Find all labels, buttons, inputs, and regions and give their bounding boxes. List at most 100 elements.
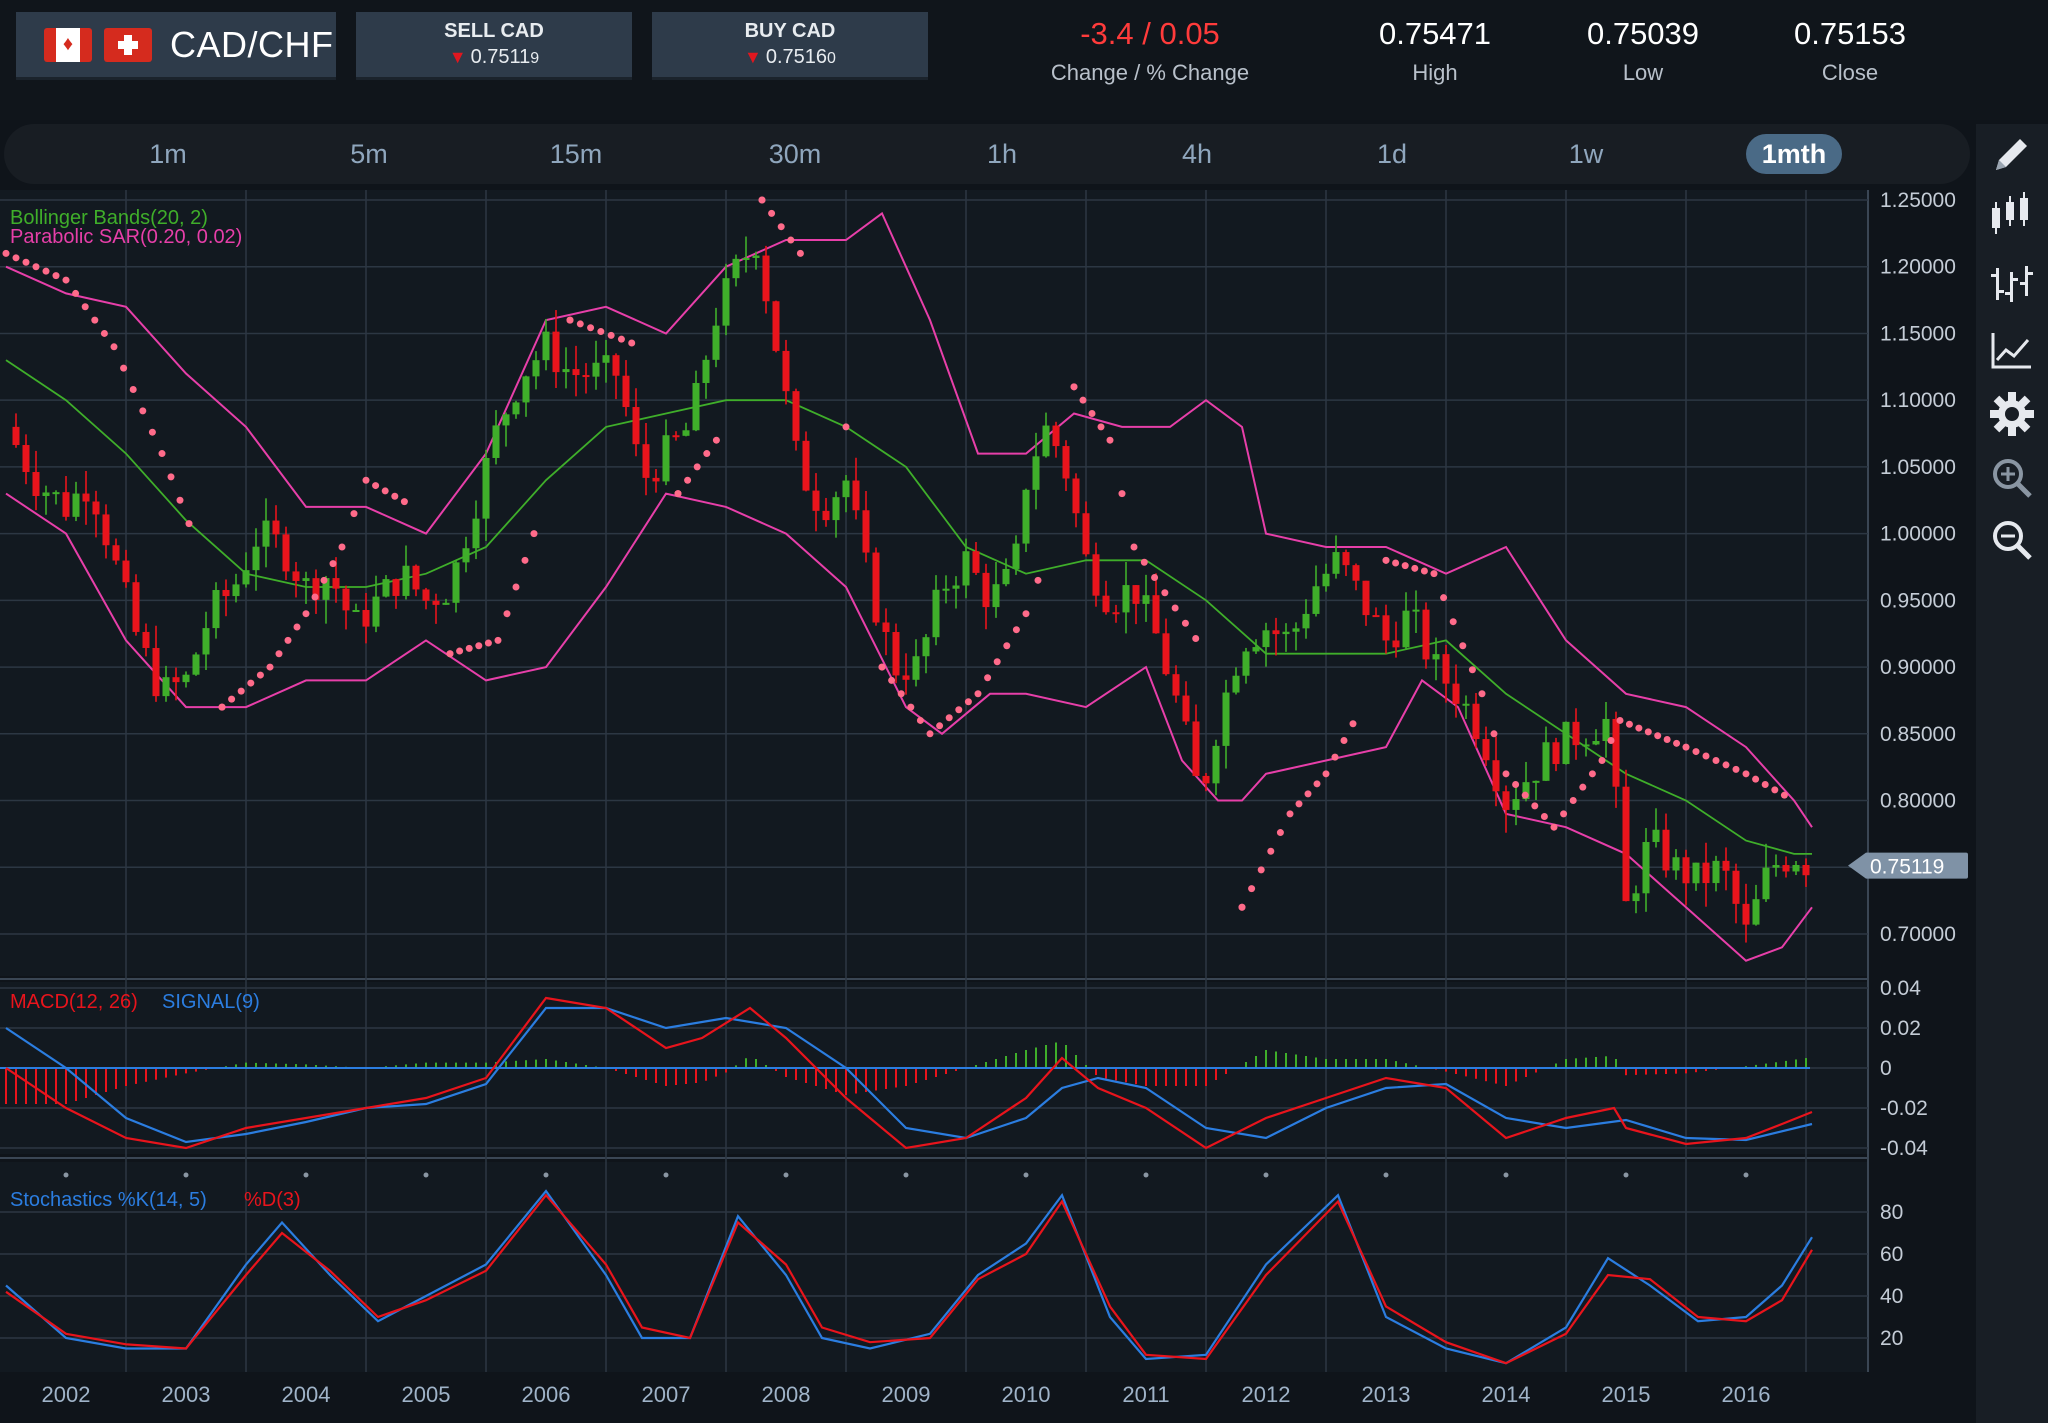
bullish-candle <box>992 584 1000 608</box>
sar-dot <box>1070 383 1078 391</box>
instrument-selector[interactable]: CAD/CHF <box>16 12 336 80</box>
sar-dot <box>1732 765 1740 773</box>
bullish-candle <box>1032 456 1040 490</box>
bearish-candle <box>582 375 590 378</box>
bullish-candle <box>512 402 520 415</box>
tab-15m[interactable]: 15m <box>528 134 624 174</box>
sar-dot <box>167 473 175 481</box>
gear-icon[interactable] <box>1986 388 2038 440</box>
candlestick-icon[interactable] <box>1986 190 2038 242</box>
sar-dot <box>22 258 30 266</box>
buy-button[interactable]: BUY CAD ▼ 0.75160 <box>652 12 928 80</box>
sar-dot <box>1579 783 1587 791</box>
sell-pip: 9 <box>530 50 540 67</box>
tab-1h[interactable]: 1h <box>954 134 1050 174</box>
sar-dot <box>475 642 483 650</box>
sar-dot <box>693 463 701 471</box>
year-label: 2006 <box>522 1382 571 1407</box>
sar-dot <box>1673 739 1681 747</box>
sell-button[interactable]: SELL CAD ▼ 0.75119 <box>356 12 632 80</box>
sar-dot <box>993 658 1001 666</box>
ohlc-bars-icon[interactable] <box>1986 258 2038 310</box>
bullish-candle <box>1282 631 1290 635</box>
bullish-candle <box>1792 864 1800 872</box>
price-axis-label: 1.05000 <box>1880 456 1956 479</box>
stochastics-axis-label: 40 <box>1880 1285 1903 1308</box>
pencil-icon[interactable] <box>1986 128 2038 180</box>
bearish-candle <box>782 350 790 392</box>
sar-dot <box>228 695 236 703</box>
bearish-candle <box>1802 864 1810 876</box>
bearish-candle <box>1202 775 1210 784</box>
tab-4h[interactable]: 4h <box>1149 134 1245 174</box>
macd-axis-label: -0.02 <box>1880 1097 1928 1120</box>
sar-dot <box>256 671 264 679</box>
high-value: 0.75471 <box>1378 16 1492 51</box>
sar-dot <box>320 576 328 584</box>
sar-dot <box>1331 753 1339 761</box>
current-price-tag: 0.75119 <box>1848 852 1968 879</box>
tab-1d[interactable]: 1d <box>1344 134 1440 174</box>
bullish-candle <box>692 383 700 431</box>
bearish-candle <box>1622 786 1630 902</box>
sar-dot <box>1313 780 1321 788</box>
zoom-out-icon[interactable] <box>1986 514 2038 566</box>
bearish-candle <box>1092 554 1100 596</box>
sar-dot <box>120 364 128 372</box>
price-axis-label: 1.10000 <box>1880 389 1956 412</box>
sar-dot <box>1097 423 1105 431</box>
sar-dot <box>777 223 785 231</box>
bearish-candle <box>282 534 290 572</box>
bearish-candle <box>822 510 830 521</box>
bearish-candle <box>1452 683 1460 704</box>
sar-dot <box>81 303 89 311</box>
sar-dot <box>984 674 992 682</box>
sar-dot <box>1780 791 1788 799</box>
sar-dot <box>768 209 776 217</box>
separator-dot <box>63 1172 69 1178</box>
bullish-candle <box>832 497 840 521</box>
bearish-candle <box>1682 857 1690 884</box>
year-label: 2012 <box>1242 1382 1291 1407</box>
stochastics-axis-label: 60 <box>1880 1243 1903 1266</box>
bullish-candle <box>1642 842 1650 894</box>
sar-dot <box>1106 436 1114 444</box>
tab-1mth[interactable]: 1mth <box>1746 134 1842 174</box>
sar-dot <box>916 716 924 724</box>
bearish-candle <box>172 677 180 683</box>
tab-1w[interactable]: 1w <box>1538 134 1634 174</box>
bearish-candle <box>1422 609 1430 660</box>
sar-dot <box>1625 720 1633 728</box>
bearish-candle <box>1072 478 1080 514</box>
bearish-candle <box>112 545 120 561</box>
sar-dot <box>237 687 245 695</box>
separator-dot <box>1023 1172 1029 1178</box>
bearish-candle <box>422 589 430 601</box>
sar-dot <box>1151 573 1159 581</box>
line-chart-icon[interactable] <box>1986 324 2038 376</box>
separator-dot <box>783 1172 789 1178</box>
bullish-candle <box>72 493 80 517</box>
bullish-candle <box>1632 893 1640 902</box>
bullish-candle <box>1692 862 1700 884</box>
bearish-candle <box>872 552 880 623</box>
sar-dot <box>293 623 301 631</box>
tab-1m[interactable]: 1m <box>120 134 216 174</box>
sar-dot <box>329 560 337 568</box>
year-label: 2015 <box>1602 1382 1651 1407</box>
bullish-candle <box>1222 692 1230 746</box>
price-axis-label: 0.90000 <box>1880 656 1956 679</box>
zoom-in-icon[interactable] <box>1986 452 2038 504</box>
bullish-candle <box>842 480 850 498</box>
bullish-candle <box>1402 610 1410 648</box>
tab-30m[interactable]: 30m <box>747 134 843 174</box>
instrument-name: CAD/CHF <box>170 23 334 65</box>
bullish-candle <box>1772 865 1780 868</box>
bullish-candle <box>182 674 190 683</box>
sar-dot <box>1449 618 1457 626</box>
sar-dot <box>1034 576 1042 584</box>
price-chart[interactable]: 0.75119 1.25000 1.20000 1.15000 1.10000 1.05… <box>0 190 1976 1423</box>
price-axis-label: 0.80000 <box>1880 790 1956 813</box>
tab-5m[interactable]: 5m <box>321 134 417 174</box>
sar-dot <box>446 650 454 658</box>
